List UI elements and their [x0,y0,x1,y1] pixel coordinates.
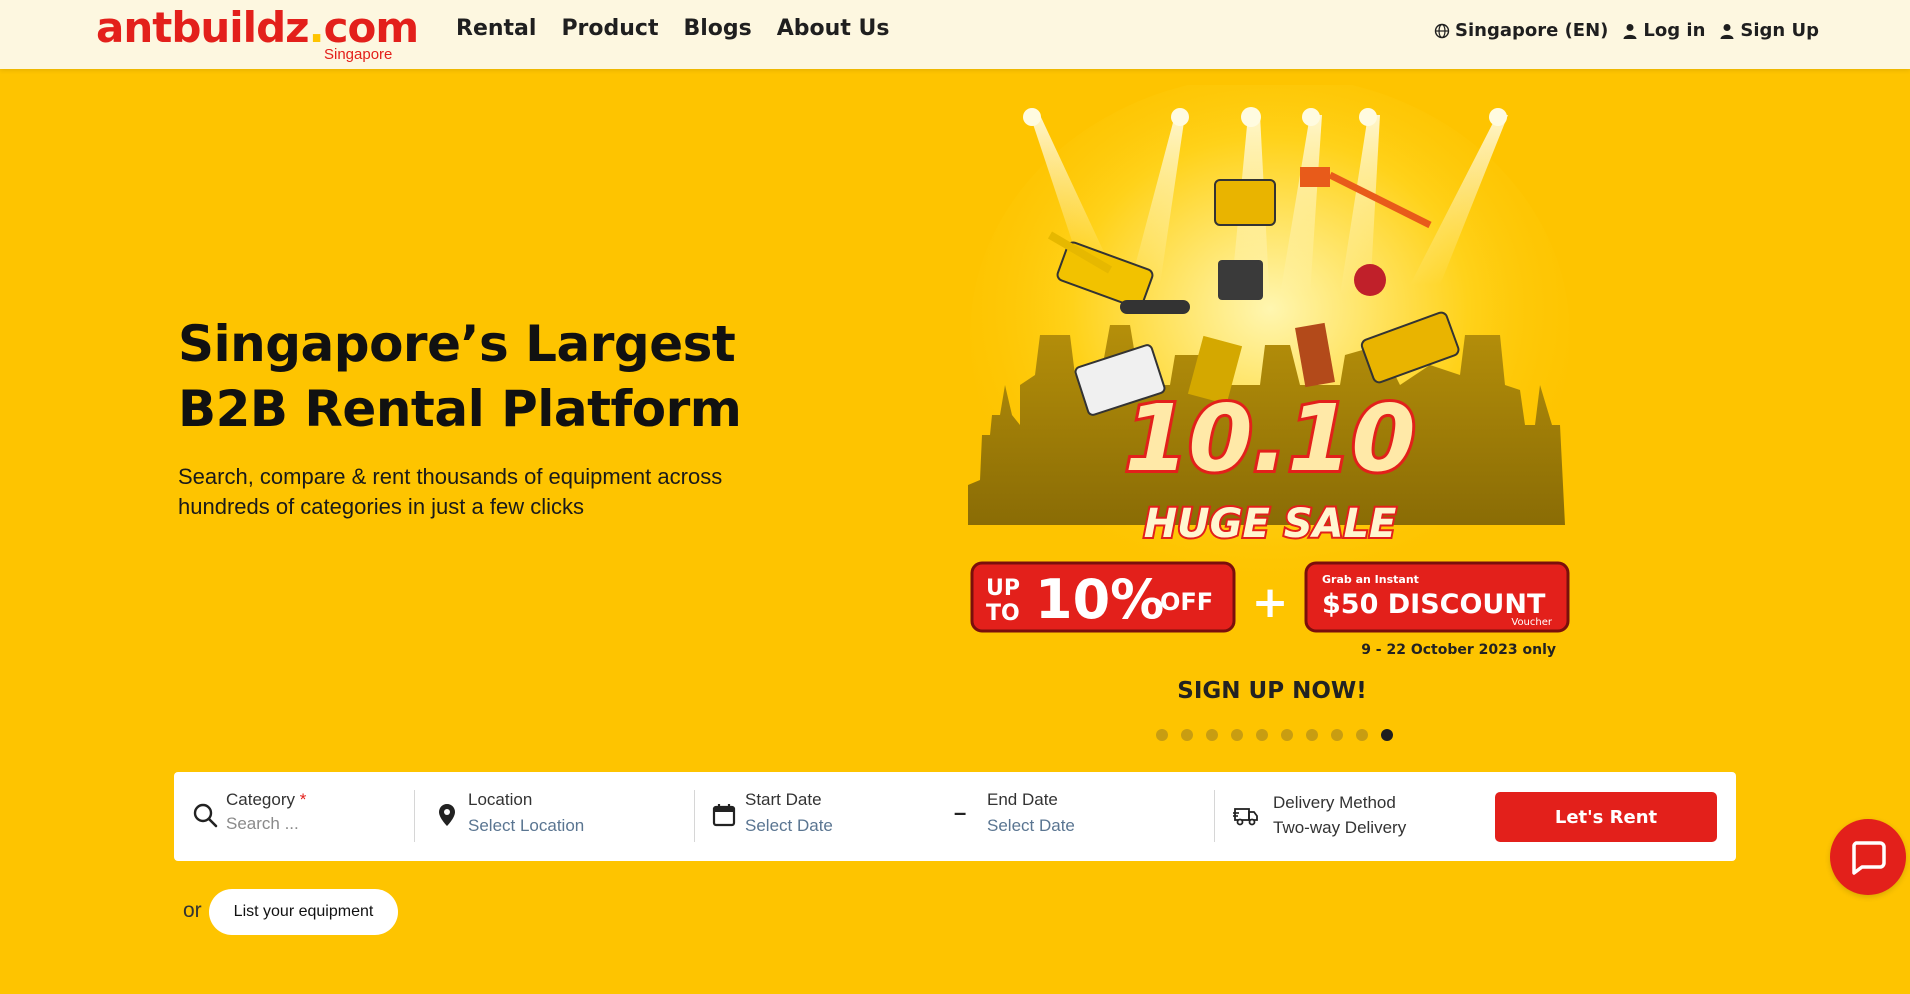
or-text: or [183,899,202,922]
chat-launcher[interactable] [1830,819,1906,895]
percent-label: 10% [1035,568,1164,631]
end-date-field[interactable]: End Date Select Date [953,790,1153,844]
nav-blogs[interactable]: Blogs [684,16,752,41]
list-equipment-button[interactable]: List your equipment [209,889,398,935]
carousel-dot[interactable] [1331,729,1343,741]
promo-subhead: HUGE SALE [1144,501,1397,547]
location-field[interactable]: Location Select Location [434,790,674,844]
discount-label: $50 DISCOUNT [1322,589,1546,620]
rental-search-bar: Category * Location Select Location Star… [174,772,1736,861]
globe-icon [1434,23,1450,38]
hero-title-line-1: Singapore’s Largest [178,315,736,373]
end-date-value: Select Date [987,816,1075,835]
carousel-dot[interactable] [1206,729,1218,741]
carousel-dot[interactable] [1281,729,1293,741]
carousel-dot[interactable] [1356,729,1368,741]
hero-title: Singapore’s Largest B2B Rental Platform [178,312,742,442]
search-icon [193,803,218,828]
promo-cta: SIGN UP NOW! [1177,678,1366,704]
location-value: Select Location [468,816,585,835]
promo-dates: 9 - 22 October 2023 only [1361,642,1556,658]
lets-rent-button[interactable]: Let's Rent [1495,792,1717,842]
carousel-dot[interactable] [1306,729,1318,741]
nav-about-us[interactable]: About Us [777,16,890,41]
user-icon [1623,23,1637,39]
up-label: UP [986,576,1020,601]
calendar-icon [712,804,736,827]
main-nav: Rental Product Blogs About Us [456,16,889,41]
field-divider [694,790,695,842]
delivery-method-field[interactable]: Delivery Method Two-way Delivery [1233,790,1473,844]
delivery-method-value: Two-way Delivery [1273,818,1407,837]
delivery-method-label: Delivery Method [1273,793,1396,812]
category-field[interactable]: Category * [192,790,412,844]
region-label: Singapore (EN) [1455,20,1609,41]
carousel-dot[interactable] [1181,729,1193,741]
hero-subtitle: Search, compare & rent thousands of equi… [178,464,723,519]
nav-rental[interactable]: Rental [456,16,536,41]
category-label: Category * [226,790,307,809]
logo[interactable]: antbuildz.com Singapore [96,3,419,64]
carousel-dot-active[interactable] [1381,729,1393,741]
field-divider [1214,790,1215,842]
hero-title-line-2: B2B Rental Platform [178,380,742,438]
delivery-truck-icon [1233,808,1258,826]
start-date-field[interactable]: Start Date Select Date [711,790,911,844]
login-label: Log in [1643,20,1706,41]
location-label: Location [468,790,533,809]
logo-country: Singapore [324,46,393,63]
logo-wordmark: antbuildz.com [96,3,419,52]
chat-bubble-icon [1852,841,1886,875]
start-date-label: Start Date [745,790,822,809]
promo-banner[interactable]: 10.10 HUGE SALE UP TO 10% OFF + Grab an … [960,85,1580,725]
signup-link[interactable]: Sign Up [1719,20,1819,41]
category-input[interactable] [226,814,396,834]
promo-headline: 10.10 [1124,385,1415,492]
header-actions: Singapore (EN) Log in Sign Up [1434,20,1819,41]
region-selector[interactable]: Singapore (EN) [1434,20,1608,41]
start-date-value: Select Date [745,816,833,835]
plus-sign: + [1252,577,1289,628]
carousel-dot[interactable] [1156,729,1168,741]
nav-product[interactable]: Product [561,16,658,41]
site-header: antbuildz.com Singapore Rental Product B… [0,0,1910,69]
carousel-dots [1156,729,1393,741]
login-link[interactable]: Log in [1622,20,1705,41]
location-pin-icon [439,804,455,826]
field-divider [414,790,415,842]
discount-box: Grab an Instant $50 DISCOUNT Voucher [1304,561,1570,633]
end-date-label: End Date [987,790,1058,809]
off-label: OFF [1160,588,1213,616]
percent-off-box: UP TO 10% OFF [970,561,1236,633]
carousel-dot[interactable] [1231,729,1243,741]
user-icon [1720,23,1734,39]
voucher-label: Voucher [1511,617,1553,628]
to-label: TO [986,601,1020,626]
carousel-dot[interactable] [1256,729,1268,741]
signup-label: Sign Up [1740,20,1819,41]
grab-label: Grab an Instant [1322,573,1419,586]
